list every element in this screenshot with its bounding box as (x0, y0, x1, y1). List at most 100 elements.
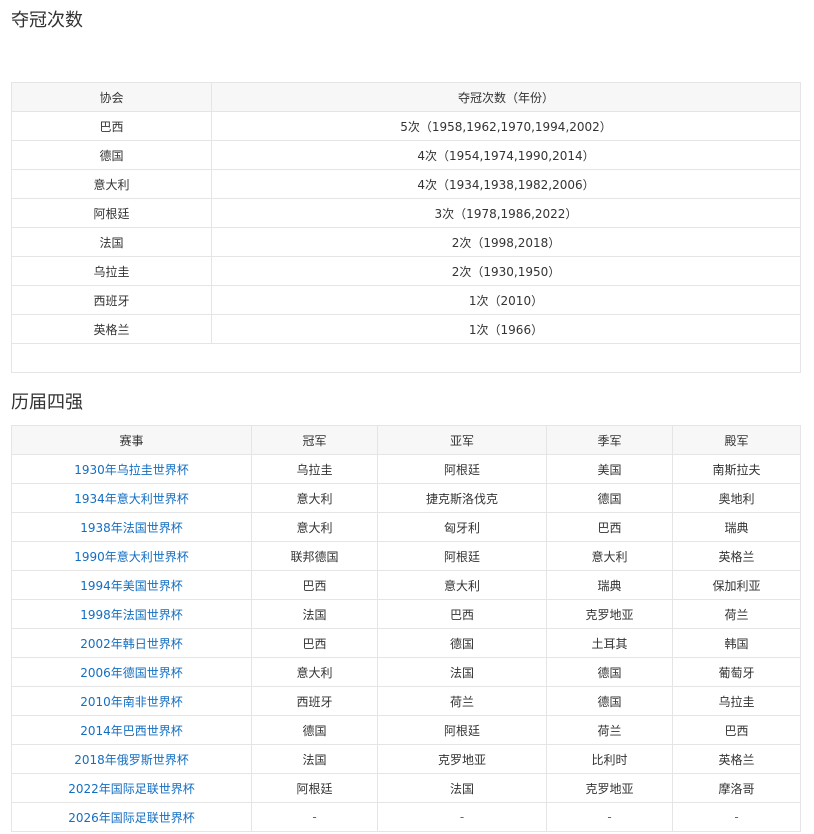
fourth-place-cell: 奥地利 (672, 483, 801, 513)
third-place-cell: 德国 (546, 483, 673, 513)
association-cell: 英格兰 (11, 314, 212, 344)
table-row: 2006年德国世界杯 意大利 法国 德国 葡萄牙 (11, 657, 801, 687)
event-link[interactable]: 1990年意大利世界杯 (11, 541, 252, 571)
fourth-place-cell: 英格兰 (672, 541, 801, 571)
champion-cell: 法国 (251, 744, 378, 774)
table-row: 乌拉圭 2次（1930,1950） (11, 256, 801, 286)
event-link[interactable]: 1934年意大利世界杯 (11, 483, 252, 513)
table-row: 德国 4次（1954,1974,1990,2014） (11, 140, 801, 170)
event-link[interactable]: 2002年韩日世界杯 (11, 628, 252, 658)
event-link[interactable]: 1930年乌拉圭世界杯 (11, 454, 252, 484)
champion-cell: 巴西 (251, 628, 378, 658)
header-association: 协会 (11, 82, 212, 112)
event-link[interactable]: 1994年美国世界杯 (11, 570, 252, 600)
header-event: 赛事 (11, 425, 252, 455)
champion-cell: 德国 (251, 715, 378, 745)
header-fourth: 殿军 (672, 425, 801, 455)
titles-cell: 4次（1954,1974,1990,2014） (211, 140, 801, 170)
empty-row (11, 343, 801, 373)
fourth-place-cell: 南斯拉夫 (672, 454, 801, 484)
champion-cell: 乌拉圭 (251, 454, 378, 484)
runner-up-cell: 阿根廷 (377, 715, 547, 745)
runner-up-cell: 法国 (377, 657, 547, 687)
table-row: 2010年南非世界杯 西班牙 荷兰 德国 乌拉圭 (11, 686, 801, 716)
association-cell: 乌拉圭 (11, 256, 212, 286)
table-row: 法国 2次（1998,2018） (11, 227, 801, 257)
table-row: 意大利 4次（1934,1938,1982,2006） (11, 169, 801, 199)
runner-up-cell: 阿根廷 (377, 454, 547, 484)
champion-cell: 意大利 (251, 512, 378, 542)
third-place-cell: 德国 (546, 686, 673, 716)
association-cell: 德国 (11, 140, 212, 170)
association-cell: 阿根廷 (11, 198, 212, 228)
association-cell: 巴西 (11, 111, 212, 141)
fourth-place-cell: 摩洛哥 (672, 773, 801, 803)
event-link[interactable]: 1998年法国世界杯 (11, 599, 252, 629)
table-row: 1994年美国世界杯 巴西 意大利 瑞典 保加利亚 (11, 570, 801, 600)
header-titles: 夺冠次数（年份） (211, 82, 801, 112)
fourth-place-cell: 韩国 (672, 628, 801, 658)
third-place-cell: 美国 (546, 454, 673, 484)
third-place-cell: 比利时 (546, 744, 673, 774)
table-row: 2026年国际足联世界杯 - - - - (11, 802, 801, 832)
titles-cell: 2次（1930,1950） (211, 256, 801, 286)
runner-up-cell: 荷兰 (377, 686, 547, 716)
fourth-place-cell: 英格兰 (672, 744, 801, 774)
fourth-place-cell: 保加利亚 (672, 570, 801, 600)
event-link[interactable]: 2018年俄罗斯世界杯 (11, 744, 252, 774)
runner-up-cell: 匈牙利 (377, 512, 547, 542)
table-header-row: 协会 夺冠次数（年份） (11, 82, 801, 112)
third-place-cell: 意大利 (546, 541, 673, 571)
header-third: 季军 (546, 425, 673, 455)
fourth-place-cell: 巴西 (672, 715, 801, 745)
titles-cell: 4次（1934,1938,1982,2006） (211, 169, 801, 199)
third-place-cell: 巴西 (546, 512, 673, 542)
titles-cell: 1次（1966） (211, 314, 801, 344)
table-row: 1990年意大利世界杯 联邦德国 阿根廷 意大利 英格兰 (11, 541, 801, 571)
empty-cell (11, 343, 801, 373)
runner-up-cell: 法国 (377, 773, 547, 803)
table-row: 2002年韩日世界杯 巴西 德国 土耳其 韩国 (11, 628, 801, 658)
titles-cell: 1次（2010） (211, 285, 801, 315)
table-row: 巴西 5次（1958,1962,1970,1994,2002） (11, 111, 801, 141)
table-row: 英格兰 1次（1966） (11, 314, 801, 344)
runner-up-cell: - (377, 802, 547, 832)
final-four-table: 赛事 冠军 亚军 季军 殿军 1930年乌拉圭世界杯 乌拉圭 阿根廷 美国 南斯拉夫 19… (11, 425, 801, 832)
third-place-cell: 荷兰 (546, 715, 673, 745)
champion-cell: - (251, 802, 378, 832)
runner-up-cell: 意大利 (377, 570, 547, 600)
table-row: 1934年意大利世界杯 意大利 捷克斯洛伐克 德国 奥地利 (11, 483, 801, 513)
event-link[interactable]: 2006年德国世界杯 (11, 657, 252, 687)
third-place-cell: 德国 (546, 657, 673, 687)
fourth-place-cell: 荷兰 (672, 599, 801, 629)
association-cell: 西班牙 (11, 285, 212, 315)
fourth-place-cell: 葡萄牙 (672, 657, 801, 687)
event-link[interactable]: 1938年法国世界杯 (11, 512, 252, 542)
titles-table: 协会 夺冠次数（年份） 巴西 5次（1958,1962,1970,1994,200… (11, 82, 801, 373)
fourth-place-cell: 瑞典 (672, 512, 801, 542)
event-link[interactable]: 2014年巴西世界杯 (11, 715, 252, 745)
fourth-place-cell: 乌拉圭 (672, 686, 801, 716)
third-place-cell: 克罗地亚 (546, 773, 673, 803)
event-link[interactable]: 2022年国际足联世界杯 (11, 773, 252, 803)
header-champion: 冠军 (251, 425, 378, 455)
event-link[interactable]: 2010年南非世界杯 (11, 686, 252, 716)
section-title-final-four: 历届四强 (11, 392, 83, 413)
table-row: 1998年法国世界杯 法国 巴西 克罗地亚 荷兰 (11, 599, 801, 629)
titles-cell: 5次（1958,1962,1970,1994,2002） (211, 111, 801, 141)
table-header-row: 赛事 冠军 亚军 季军 殿军 (11, 425, 801, 455)
champion-cell: 阿根廷 (251, 773, 378, 803)
table-row: 2022年国际足联世界杯 阿根廷 法国 克罗地亚 摩洛哥 (11, 773, 801, 803)
header-runner-up: 亚军 (377, 425, 547, 455)
runner-up-cell: 德国 (377, 628, 547, 658)
champion-cell: 巴西 (251, 570, 378, 600)
runner-up-cell: 捷克斯洛伐克 (377, 483, 547, 513)
third-place-cell: 土耳其 (546, 628, 673, 658)
champion-cell: 西班牙 (251, 686, 378, 716)
champion-cell: 意大利 (251, 657, 378, 687)
event-link[interactable]: 2026年国际足联世界杯 (11, 802, 252, 832)
table-row: 西班牙 1次（2010） (11, 285, 801, 315)
table-row: 2018年俄罗斯世界杯 法国 克罗地亚 比利时 英格兰 (11, 744, 801, 774)
table-row: 阿根廷 3次（1978,1986,2022） (11, 198, 801, 228)
runner-up-cell: 克罗地亚 (377, 744, 547, 774)
